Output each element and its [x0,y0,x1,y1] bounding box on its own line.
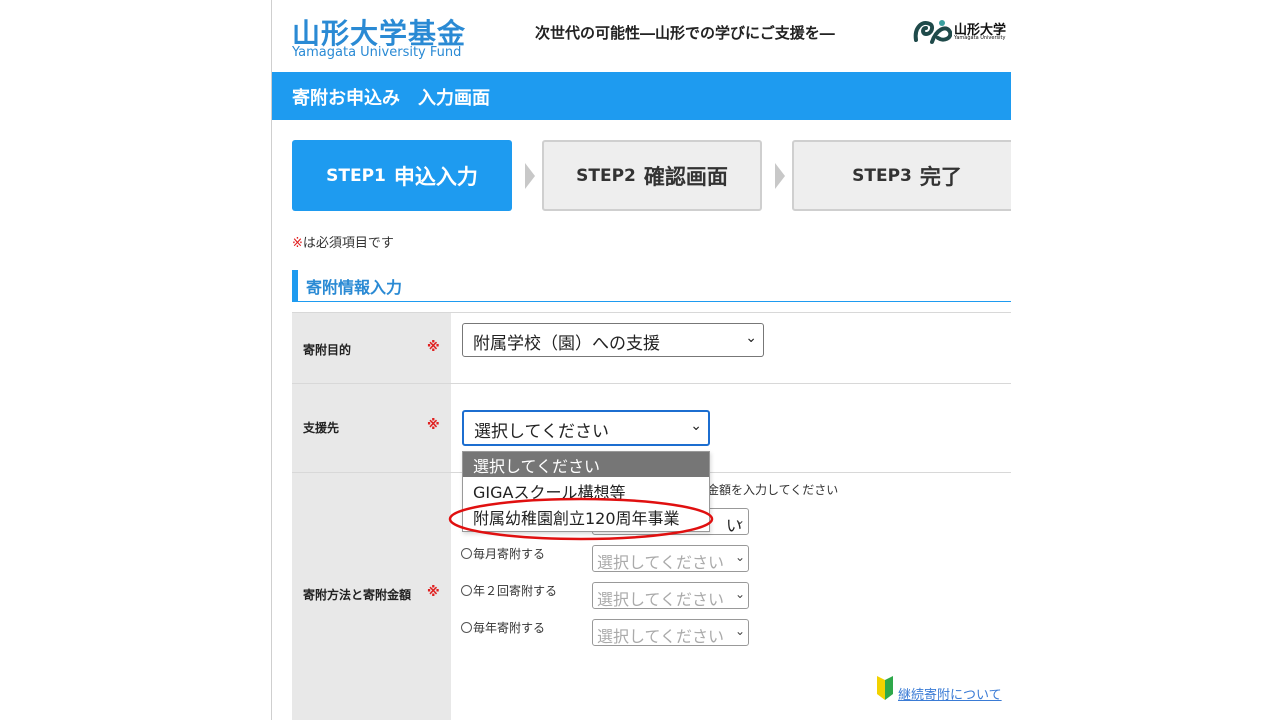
biannual-radio-label: 年２回寄附する [473,584,558,598]
target-label-cell: 支援先 ※ [292,383,451,472]
page-title: 寄附お申込み 入力画面 [272,72,1011,120]
dropdown-option[interactable]: 選択してください [463,452,709,477]
step-name: 申込入力 [393,164,478,189]
step-3-indicator: STEP3 完了 [792,140,1011,211]
radio-button[interactable] [461,585,472,596]
biannual-radio-option[interactable]: 年２回寄附する [461,582,557,599]
radio-button[interactable] [461,548,472,559]
monthly-radio-option[interactable]: 毎月寄附する [461,545,545,562]
step-1-indicator: STEP1 申込入力 [292,140,512,211]
chevron-down-icon: ⌄ [745,330,757,346]
biannual-amount-select[interactable]: 選択してください ⌄ [592,582,749,609]
university-name-en: Yamagata University [954,35,1006,41]
target-select-value: 選択してください [474,422,609,442]
target-required-mark: ※ [427,418,440,433]
chevron-down-icon: ⌄ [734,513,745,527]
purpose-select-value: 附属学校（園）への支援 [473,334,660,354]
required-note: ※は必須項目です [292,232,394,251]
chevron-down-icon: ⌄ [734,624,745,638]
monthly-amount-value: 選択してください [597,553,725,572]
chevron-down-icon: ⌄ [690,418,702,434]
university-mark-icon [913,20,952,44]
required-note-text: は必須項目です [302,236,394,251]
method-label: 寄附方法と寄附金額 [303,588,412,602]
step-name: 確認画面 [643,164,728,189]
yearly-amount-value: 選択してください [597,627,725,646]
step-arrow-icon [525,163,535,189]
university-logo[interactable]: 山形大学 Yamagata University [912,16,1011,50]
site-header: 山形大学基金 Yamagata University Fund 次世代の可能性―… [272,0,1011,72]
yearly-radio-option[interactable]: 毎年寄附する [461,619,545,636]
chevron-down-icon: ⌄ [734,550,745,564]
step-label: STEP3 [852,165,912,186]
target-select[interactable]: 選択してください ⌄ [462,410,710,446]
yearly-radio-label: 毎年寄附する [473,621,546,635]
step-2-indicator: STEP2 確認画面 [542,140,762,211]
method-required-mark: ※ [427,585,440,600]
amount-hint: 金額を入力してください [707,483,839,497]
row-divider [451,312,1011,313]
monthly-radio-label: 毎月寄附する [473,547,546,561]
purpose-label: 寄附目的 [303,343,352,357]
biannual-amount-value: 選択してください [597,590,725,609]
monthly-amount-select[interactable]: 選択してください ⌄ [592,545,749,572]
required-mark: ※ [292,236,303,251]
header-tagline: 次世代の可能性―山形での学びにご支援を― [535,24,835,42]
step-label: STEP1 [326,165,386,186]
highlight-ellipse-annotation [448,497,714,541]
continuous-donation-link[interactable]: 継続寄附について [898,684,1002,703]
purpose-label-cell: 寄附目的 ※ [292,312,451,383]
donation-form-page: 山形大学基金 Yamagata University Fund 次世代の可能性―… [271,0,1011,720]
row-divider [451,383,1011,384]
step-name: 完了 [919,164,962,189]
purpose-select[interactable]: 附属学校（園）への支援 ⌄ [462,323,764,357]
beginner-mark-icon [877,676,893,700]
chevron-down-icon: ⌄ [734,587,745,601]
step-arrow-icon [775,163,785,189]
radio-button[interactable] [461,622,472,633]
yearly-amount-select[interactable]: 選択してください ⌄ [592,619,749,646]
section-title: 寄附情報入力 [292,270,1011,302]
method-label-cell: 寄附方法と寄附金額 ※ [292,472,451,720]
target-label: 支援先 [303,421,340,435]
purpose-required-mark: ※ [427,340,440,355]
fund-logo-subtitle: Yamagata University Fund [292,45,462,60]
step-label: STEP2 [576,165,636,186]
